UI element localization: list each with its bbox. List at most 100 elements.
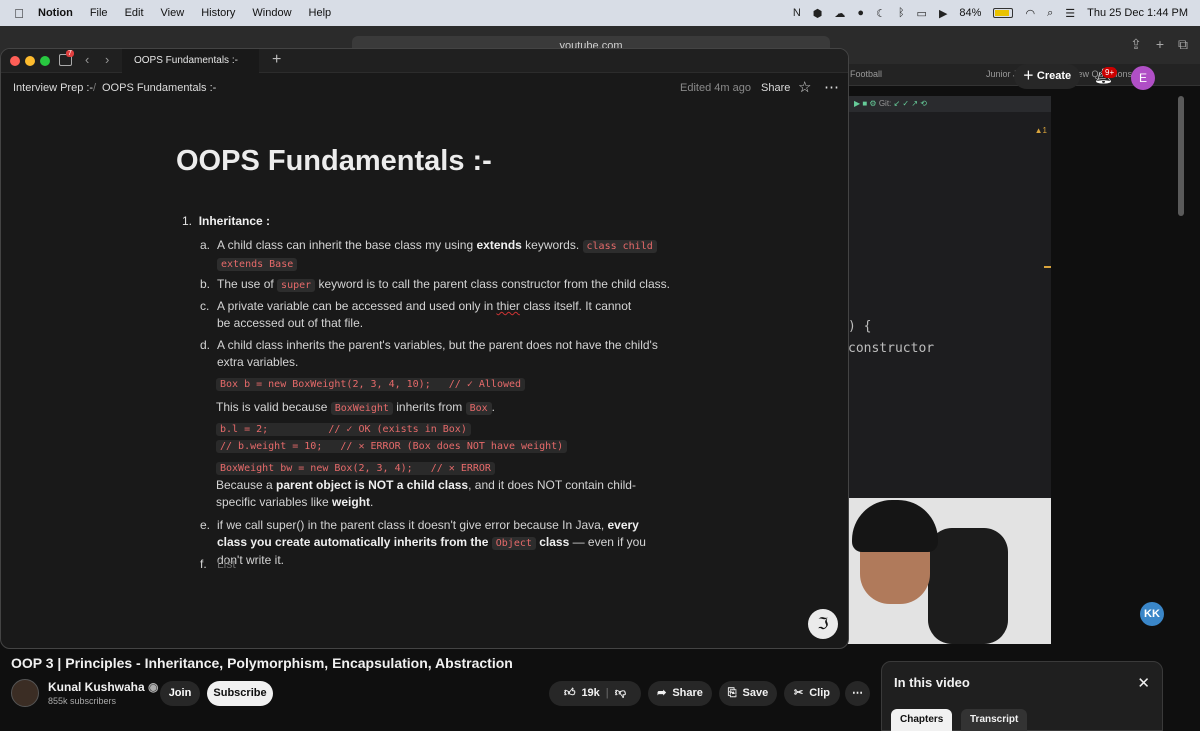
wifi-icon[interactable]: ◠ — [1025, 7, 1035, 20]
minimize-window-button[interactable] — [25, 56, 35, 66]
notion-ai-button[interactable]: ℑ — [808, 609, 838, 639]
scissors-icon: ✂ — [794, 687, 804, 699]
notion-window: 7 ‹ › OOPS Fundamentals :- + Interview P… — [0, 48, 849, 649]
list-item-inheritance[interactable]: 1. Inheritance : — [182, 214, 270, 228]
notion-ai-icon: ℑ — [817, 614, 829, 633]
d-valid-code-2: Box — [465, 402, 492, 415]
like-dislike-button[interactable]: 👍︎ 19k | 👎︎ — [549, 681, 641, 706]
tab-oops-fundamentals[interactable]: OOPS Fundamentals :- — [122, 49, 259, 73]
thumbs-up-icon[interactable]: 👍︎ — [564, 681, 576, 706]
list-item-c[interactable]: c. A private variable can be accessed an… — [200, 298, 645, 332]
menubar-status-area: N ⬢ ☁ ● ☾ ᛒ ▭ ▶ 84% ◠ ⌕ ☰ Thu 25 Dec 1:4… — [793, 0, 1188, 26]
list-item-f[interactable]: f. List — [200, 556, 670, 573]
menu-history[interactable]: History — [201, 7, 235, 19]
join-button[interactable]: Join — [160, 681, 200, 706]
zoom-window-button[interactable] — [40, 56, 50, 66]
d-valid-3: . — [491, 400, 496, 414]
video-player[interactable]: ▶ ■ ⚙ Git: ↙ ✓ ↗ ⟲ ▲1 ) { constructor — [848, 96, 1051, 644]
code-error[interactable]: BoxWeight bw = new Box(2, 3, 4); // ✕ ER… — [216, 460, 495, 477]
account-avatar[interactable]: E — [1131, 66, 1155, 90]
back-arrow-icon[interactable]: ‹ — [85, 52, 89, 67]
new-tab-icon[interactable]: + — [272, 51, 281, 69]
create-button[interactable]: ＋ Create — [1014, 64, 1080, 89]
menu-help[interactable]: Help — [309, 7, 332, 19]
notion-status-icon[interactable]: N — [793, 7, 801, 19]
marker-b: b. — [200, 277, 211, 291]
code-allowed[interactable]: Box b = new BoxWeight(2, 3, 4, 10); // ✓… — [216, 376, 526, 393]
d-because-line[interactable]: Because a parent object is NOT a child c… — [216, 477, 666, 511]
menu-window[interactable]: Window — [252, 7, 291, 19]
tab-chapters[interactable]: Chapters — [891, 709, 953, 731]
user-icon[interactable]: ● — [857, 7, 864, 19]
like-count: 19k — [581, 687, 600, 699]
list-item-b[interactable]: b. The use of super keyword is to call t… — [200, 276, 670, 294]
page-scrollbar[interactable] — [1178, 96, 1184, 216]
clip-button[interactable]: ✂ Clip — [784, 681, 840, 706]
battery-icon[interactable] — [993, 8, 1014, 18]
close-window-button[interactable] — [10, 56, 20, 66]
subscribe-button[interactable]: Subscribe — [207, 681, 273, 706]
f-placeholder[interactable]: List — [217, 556, 670, 573]
create-label: Create — [1036, 70, 1072, 82]
d-code-2b: // b.weight = 10; // ✕ ERROR (Box does N… — [216, 440, 568, 453]
share-button[interactable]: ➦ Share — [648, 681, 712, 706]
browser-actions: ⇪ + ⧉ — [1130, 36, 1188, 53]
share-icon[interactable]: ⇪ — [1130, 36, 1142, 53]
kk-logo-icon: KK — [1140, 602, 1164, 626]
notification-badge: 9+ — [1102, 67, 1118, 78]
forward-arrow-icon[interactable]: › — [105, 52, 109, 67]
verified-icon: ◉ — [148, 680, 159, 694]
breadcrumb-separator: / — [93, 82, 97, 94]
a-text-1: A child class can inherit the base class… — [217, 238, 477, 252]
d-because-3: . — [370, 495, 374, 509]
e-bold-2: class — [535, 535, 570, 549]
share-button[interactable]: Share — [761, 82, 790, 94]
new-tab-icon[interactable]: + — [1156, 36, 1164, 53]
breadcrumb-current[interactable]: OOPS Fundamentals :- — [102, 82, 216, 94]
a-code-2: extends Base — [217, 258, 298, 271]
list-item-a[interactable]: a. A child class can inherit the base cl… — [200, 237, 670, 273]
presenter-hair — [852, 500, 938, 552]
star-icon[interactable]: ☆ — [798, 78, 811, 96]
apple-icon[interactable]:  — [0, 6, 38, 21]
channel-avatar[interactable] — [11, 679, 39, 707]
channel-name[interactable]: Kunal Kushwaha ◉ — [48, 680, 159, 694]
b-code: super — [277, 279, 316, 292]
more-icon: ⋯ — [852, 687, 863, 699]
display-icon[interactable]: ▭ — [917, 7, 927, 20]
share-label: Share — [672, 687, 703, 699]
menu-app-notion[interactable]: Notion — [38, 7, 73, 19]
page-title[interactable]: OOPS Fundamentals :- — [176, 144, 492, 178]
extension-icon[interactable]: ⬢ — [813, 7, 823, 20]
tab-transcript[interactable]: Transcript — [961, 709, 1028, 731]
code-ok-error[interactable]: b.l = 2; // ✓ OK (exists in Box) // b.wei… — [216, 421, 568, 455]
d-valid-line[interactable]: This is valid because BoxWeight inherits… — [216, 399, 666, 417]
thumbs-down-icon[interactable]: 👎︎ — [615, 681, 626, 706]
list-heading: Inheritance : — [198, 214, 271, 228]
moon-icon[interactable]: ☾ — [876, 7, 886, 20]
list-item-d[interactable]: d. A child class inherits the parent's v… — [200, 337, 670, 371]
bluetooth-icon[interactable]: ᛒ — [898, 7, 905, 19]
ide-marker — [1044, 266, 1051, 268]
more-actions-button[interactable]: ⋯ — [845, 681, 870, 706]
d-because-bold-2: weight — [332, 495, 371, 509]
tab-overview-icon[interactable]: ⧉ — [1178, 36, 1188, 53]
tab-football[interactable]: Football — [850, 69, 882, 79]
edited-timestamp[interactable]: Edited 4m ago — [680, 82, 751, 94]
clock[interactable]: Thu 25 Dec 1:44 PM — [1087, 7, 1188, 19]
save-button[interactable]: ⎘ Save — [719, 681, 777, 706]
marker-f: f. — [200, 557, 207, 571]
menu-file[interactable]: File — [90, 7, 108, 19]
menu-view[interactable]: View — [161, 7, 185, 19]
more-icon[interactable]: ⋯ — [824, 78, 839, 96]
menu-edit[interactable]: Edit — [125, 7, 144, 19]
cloud-icon[interactable]: ☁ — [834, 7, 845, 20]
channel-name-text: Kunal Kushwaha — [48, 680, 145, 694]
control-center-icon[interactable]: ☰ — [1065, 7, 1075, 20]
notion-tab-bar: 7 ‹ › OOPS Fundamentals :- + — [1, 49, 848, 73]
breadcrumb-parent[interactable]: Interview Prep :- — [13, 82, 93, 94]
play-icon[interactable]: ▶ — [939, 7, 947, 20]
close-icon[interactable]: ✕ — [1137, 674, 1150, 692]
search-icon[interactable]: ⌕ — [1047, 7, 1053, 20]
d-code-3: BoxWeight bw = new Box(2, 3, 4); // ✕ ER… — [216, 462, 495, 475]
